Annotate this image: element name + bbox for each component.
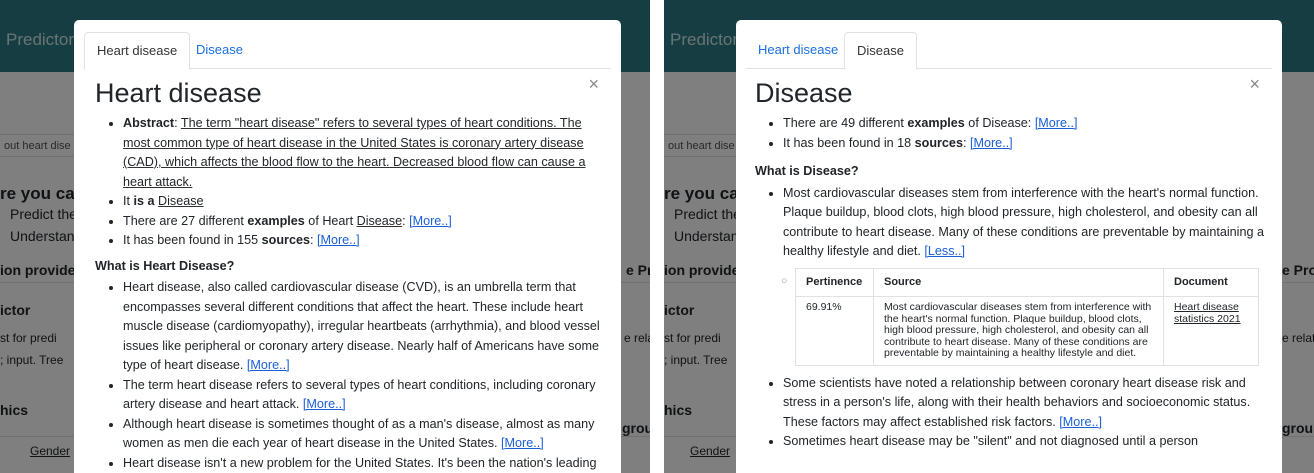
more-link[interactable]: [More..] [501,436,544,450]
modal-tabs: Heart disease Disease [84,32,611,70]
sources-item: It has been found in 18 sources: [More..… [783,134,1265,154]
more-link[interactable]: [More..] [317,233,360,247]
table-row: 69.91% Most cardiovascular diseases stem… [775,296,1259,366]
examples-item: There are 49 different examples of Disea… [783,114,1265,134]
abstract-item: Abstract: The term "heart disease" refer… [123,114,600,192]
more-definitions-list: Some scientists have noted a relationshi… [755,374,1265,452]
tab-disease[interactable]: Disease [844,32,917,70]
definition-item: The term heart disease refers to several… [123,376,600,415]
source-cell: Most cardiovascular diseases stem from i… [873,296,1164,366]
more-link[interactable]: [More..] [970,136,1013,150]
definition-item: Heart disease, also called cardiovascula… [123,278,600,376]
sources-item: It has been found in 155 sources: [More.… [123,231,600,251]
table-header: Document [1163,267,1259,297]
tab-heart-disease[interactable]: Heart disease [746,32,850,69]
tab-disease[interactable]: Disease [184,32,255,69]
pertinence-cell: 69.91% [795,296,874,366]
more-link[interactable]: [More..] [409,214,452,228]
more-link[interactable]: [More..] [303,397,346,411]
definition-item: Some scientists have noted a relationshi… [783,374,1265,433]
definition-list: Heart disease, also called cardiovascula… [95,278,600,473]
disease-modal: Heart disease Disease × Disease There ar… [736,20,1282,473]
more-link[interactable]: [More..] [1059,415,1102,429]
definition-item: Heart disease isn't a new problem for th… [123,454,600,473]
is-a-link[interactable]: Disease [158,194,204,208]
more-link[interactable]: [More..] [247,358,290,372]
table-header: Pertinence [795,267,874,297]
summary-list: Abstract: The term "heart disease" refer… [95,114,600,251]
examples-item: There are 27 different examples of Heart… [123,212,600,232]
document-link[interactable]: Heart disease statistics 2021 [1163,296,1259,366]
what-is-heading: What is Heart Disease? [95,258,235,273]
more-link[interactable]: [More..] [1035,116,1078,130]
right-screenshot-panel: Predictor out heart dise re you car Pred… [664,0,1314,473]
modal-title: Heart disease [95,78,262,108]
modal-title: Disease [755,78,853,108]
less-link[interactable]: [Less..] [924,244,965,258]
is-a-item: It is a Disease [123,192,600,212]
modal-body: Disease There are 49 different examples … [755,78,1265,452]
summary-list: There are 49 different examples of Disea… [755,114,1265,153]
modal-tabs: Heart disease Disease [746,32,1272,70]
left-screenshot-panel: Predictor out heart dise re you car Pred… [0,0,650,473]
abstract-text[interactable]: The term "heart disease" refers to sever… [123,116,586,189]
definition-list: Most cardiovascular diseases stem from i… [755,184,1265,262]
definition-item: Most cardiovascular diseases stem from i… [783,184,1265,262]
definition-item: Although heart disease is sometimes thou… [123,415,600,454]
what-is-heading: What is Disease? [755,164,859,178]
expand-icon[interactable]: ○ [775,268,796,297]
examples-link[interactable]: Disease [357,214,403,228]
heart-disease-modal: Heart disease Disease × Heart disease Ab… [74,20,621,473]
modal-body: Heart disease Abstract: The term "heart … [95,78,600,473]
sources-table: ○ Pertinence Source Document 69.91% Most… [775,267,1259,366]
definition-item: Sometimes heart disease may be "silent" … [783,432,1265,452]
table-header: Source [873,267,1164,297]
tab-heart-disease[interactable]: Heart disease [84,32,191,70]
